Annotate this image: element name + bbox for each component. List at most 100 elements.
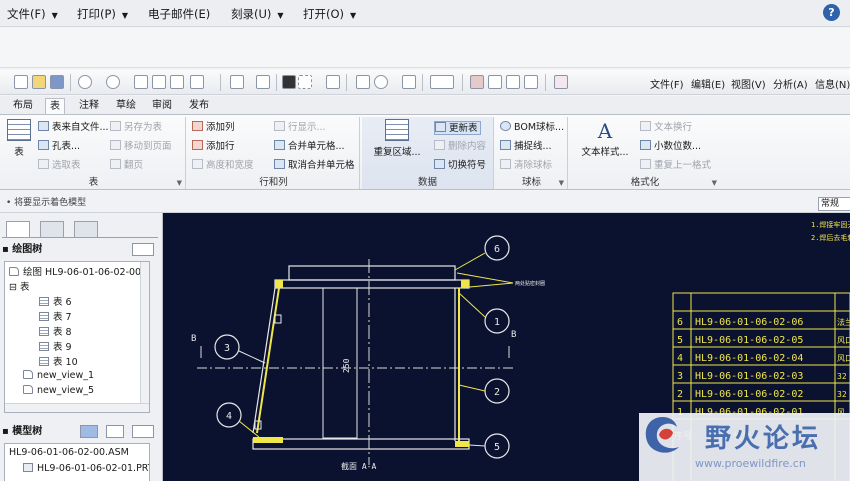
style-select[interactable]: 常规: [818, 197, 850, 211]
repeat-region-button[interactable]: 重复区域...: [364, 119, 430, 158]
bom-row-no: 2: [677, 389, 683, 400]
menu-file-secondary[interactable]: 文件(F): [650, 76, 684, 91]
tab-annotate[interactable]: 注释: [75, 98, 103, 114]
add-row-button[interactable]: 添加行: [192, 140, 235, 154]
erase-icon[interactable]: [506, 75, 520, 89]
section-label: 截面 A-A: [341, 461, 376, 471]
chevron-down-icon[interactable]: ▼: [559, 179, 564, 187]
menu-view[interactable]: 视图(V): [731, 76, 766, 91]
layer-icon[interactable]: [230, 75, 244, 89]
page-flip-button[interactable]: 翻页: [110, 159, 143, 173]
regenerate-icon[interactable]: [256, 75, 270, 89]
cut-icon[interactable]: [134, 75, 148, 89]
help-icon[interactable]: ?: [823, 4, 840, 21]
height-width-button[interactable]: 高度和宽度: [192, 159, 254, 173]
redo-icon[interactable]: [106, 75, 120, 89]
new-file-icon[interactable]: [14, 75, 28, 89]
switch-symbol-button[interactable]: 切换符号: [434, 159, 486, 173]
tab-review[interactable]: 审阅: [148, 98, 176, 114]
tree-node-table[interactable]: 表 10: [39, 354, 78, 368]
bottom-flange: [252, 438, 470, 450]
tree-settings-icon[interactable]: [132, 243, 154, 256]
menu-print[interactable]: 打印(P) ▼: [77, 5, 128, 23]
tree-node-assembly[interactable]: HL9-06-01-06-02-00.ASM: [9, 447, 129, 458]
tree-node-table[interactable]: 表 8: [39, 324, 72, 338]
properties-icon[interactable]: [326, 75, 340, 89]
open-folder-icon[interactable]: [32, 75, 46, 89]
tab-table[interactable]: 表: [45, 98, 65, 114]
tab-favorites-icon[interactable]: [74, 221, 98, 237]
whats-this-icon[interactable]: [554, 75, 568, 89]
draw-tree-scrollbar[interactable]: [140, 262, 149, 412]
tree-view-icon[interactable]: [80, 425, 98, 438]
decimal-places-button[interactable]: 小数位数...: [640, 140, 701, 154]
delete-content-button[interactable]: 删除内容: [434, 140, 486, 154]
select-box-icon[interactable]: [298, 75, 312, 89]
tree-node-part[interactable]: HL9-06-01-06-02-01.PRT: [23, 463, 149, 474]
balloon-1[interactable]: 1: [484, 308, 510, 334]
text-wrap-button[interactable]: 文本换行: [640, 121, 692, 135]
move-to-page-button[interactable]: 移动到页面: [110, 140, 172, 154]
status-message: • 将要显示着色模型: [6, 198, 87, 208]
tab-layout[interactable]: 布局: [9, 98, 37, 114]
save-as-table-button[interactable]: 另存为表: [110, 121, 162, 135]
sketch-icon[interactable]: [470, 75, 484, 89]
bom-balloon-button[interactable]: BOM球标...: [500, 121, 564, 135]
repaint-icon[interactable]: [374, 75, 388, 89]
table-from-file-button[interactable]: 表来自文件...: [38, 121, 109, 135]
table-button[interactable]: 表: [4, 119, 34, 158]
menu-open[interactable]: 打开(O) ▼: [303, 5, 356, 23]
clear-balloon-button[interactable]: 清除球标: [500, 159, 552, 173]
update-table-button[interactable]: 更新表: [434, 121, 481, 135]
tab-model-tree-icon[interactable]: [6, 221, 30, 237]
undo-icon[interactable]: [78, 75, 92, 89]
tree-node-tables[interactable]: ⊟ 表: [9, 279, 30, 293]
row-display-button[interactable]: 行显示...: [274, 121, 326, 135]
balloon-2[interactable]: 2: [484, 378, 510, 404]
tree-node-table[interactable]: 表 9: [39, 339, 72, 353]
snap-line-button[interactable]: 捕捉线...: [500, 140, 552, 154]
chevron-down-icon[interactable]: ▼: [712, 179, 717, 187]
drawing-canvas[interactable]: B B 250 6 两处贴密封圈 1 3 2 4 5 截面 A-A 1.焊接牢固…: [163, 213, 850, 481]
balloon-5[interactable]: 5: [484, 433, 510, 459]
datum-icon[interactable]: [524, 75, 538, 89]
tab-folder-browser-icon[interactable]: [40, 221, 64, 237]
tree-node-view[interactable]: new_view_1: [23, 370, 94, 381]
tree-node-table[interactable]: 表 7: [39, 309, 72, 323]
menu-analysis[interactable]: 分析(A): [773, 76, 808, 91]
delete-icon[interactable]: [190, 75, 204, 89]
tab-publish[interactable]: 发布: [185, 98, 213, 114]
tree-columns-icon[interactable]: [132, 425, 154, 438]
chevron-down-icon[interactable]: ▼: [177, 179, 182, 187]
tree-filter-icon[interactable]: [106, 425, 124, 438]
paste-icon[interactable]: [170, 75, 184, 89]
balloon-6[interactable]: 6: [484, 235, 510, 261]
tree-node-table[interactable]: 表 6: [39, 294, 72, 308]
draw-tree-hscrollbar[interactable]: [5, 403, 149, 412]
zoom-refit-icon[interactable]: [356, 75, 370, 89]
find-icon[interactable]: [282, 75, 296, 89]
merge-cells-button[interactable]: 合并单元格...: [274, 140, 345, 154]
tab-sketch[interactable]: 草绘: [112, 98, 140, 114]
add-column-button[interactable]: 添加列: [192, 121, 235, 135]
copy-icon[interactable]: [152, 75, 166, 89]
hole-table-button[interactable]: 孔表...: [38, 140, 80, 154]
menu-file[interactable]: 文件(F) ▼: [7, 5, 58, 23]
select-table-button[interactable]: 选取表: [38, 159, 81, 173]
display-style-icon[interactable]: [430, 75, 454, 89]
decimal-places-icon: [640, 140, 651, 150]
menu-info[interactable]: 信息(N): [815, 76, 850, 91]
text-style-button[interactable]: A 文本样式...: [574, 119, 636, 158]
tree-node-view[interactable]: new_view_5: [23, 385, 94, 396]
save-icon[interactable]: [50, 75, 64, 89]
dimension-icon[interactable]: [488, 75, 502, 89]
balloon-3[interactable]: 3: [214, 334, 240, 360]
zoom-icon[interactable]: [402, 75, 416, 89]
menu-email[interactable]: 电子邮件(E): [148, 5, 210, 23]
tree-node-drawing[interactable]: 绘图 HL9-06-01-06-02-00: [9, 264, 141, 278]
unmerge-cells-button[interactable]: 取消合并单元格: [274, 159, 355, 173]
menu-edit[interactable]: 编辑(E): [691, 76, 725, 91]
repeat-format-button[interactable]: 重复上一格式: [640, 159, 711, 173]
balloon-4[interactable]: 4: [216, 402, 242, 428]
menu-burn[interactable]: 刻录(U) ▼: [231, 5, 284, 23]
